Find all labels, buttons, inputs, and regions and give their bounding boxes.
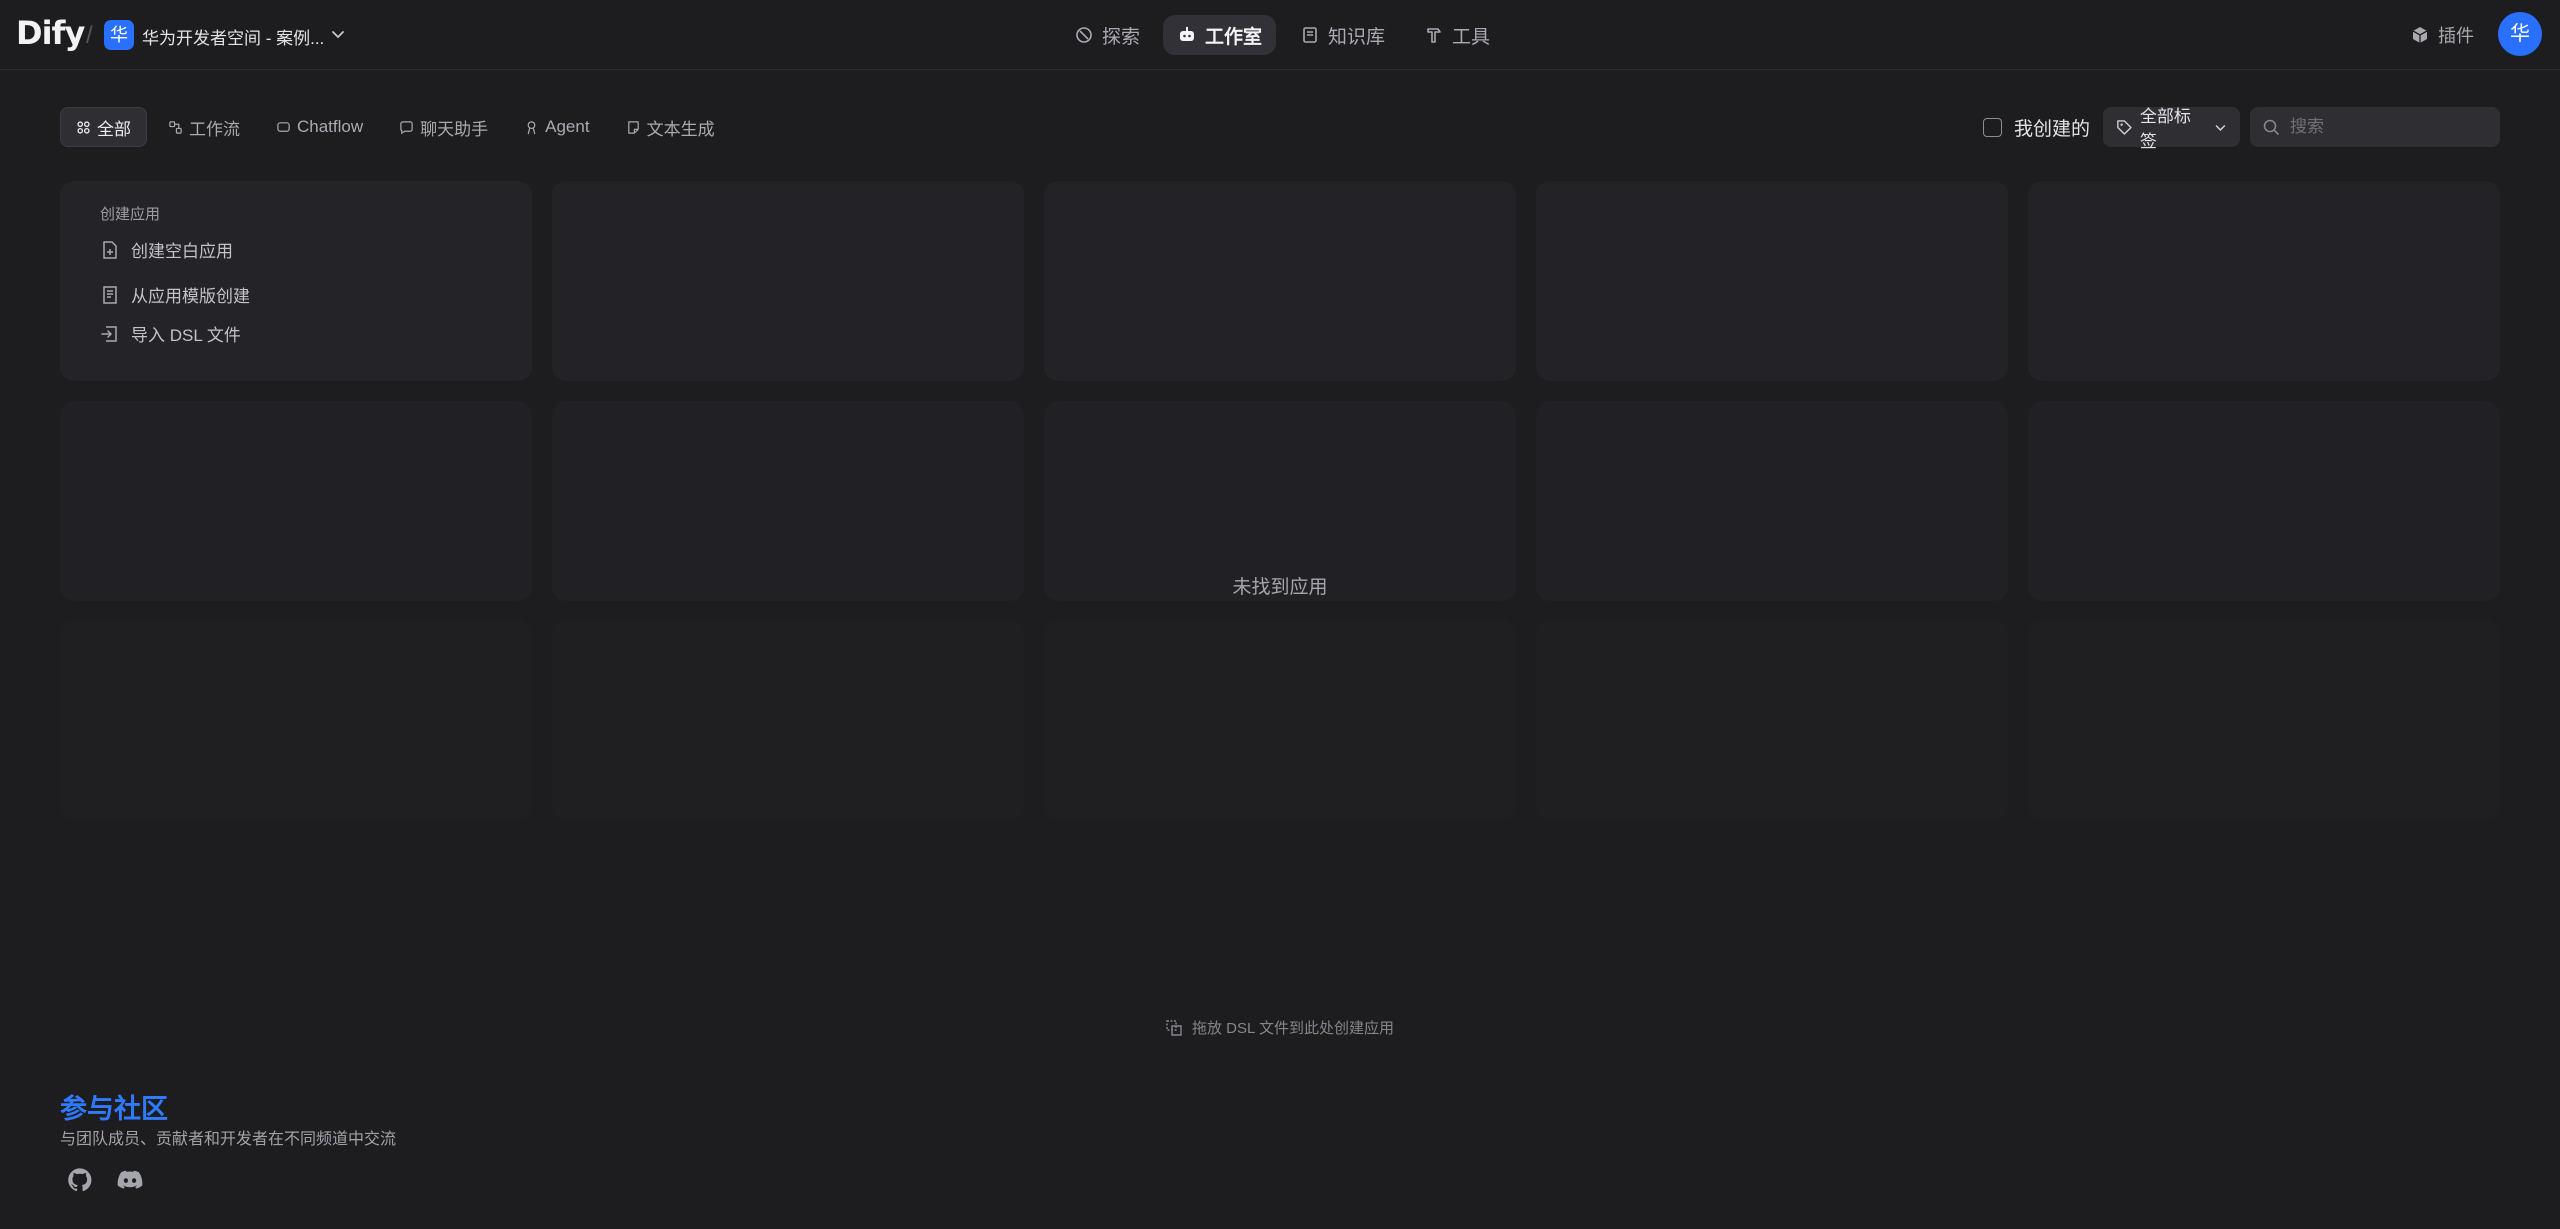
nav-studio[interactable]: 工作室: [1163, 15, 1277, 55]
template-icon: [103, 285, 117, 304]
app-card-placeholder: [552, 401, 1024, 601]
robot-icon: [1180, 27, 1194, 41]
app-card-placeholder: [1536, 401, 2008, 601]
tab-chatflow-label: Chatflow: [297, 117, 364, 136]
book-icon: [1303, 27, 1317, 43]
create-blank-app-label: 创建空白应用: [131, 242, 233, 261]
tab-all[interactable]: 全部: [60, 107, 147, 147]
dsl-dropzone[interactable]: 拖放 DSL 文件到此处创建应用: [1164, 1017, 1394, 1038]
explore-icon: [1076, 27, 1092, 43]
app-card-placeholder: [552, 181, 1024, 381]
create-from-template-button[interactable]: 从应用模版创建: [100, 282, 250, 307]
dropzone-label: 拖放 DSL 文件到此处创建应用: [1192, 1020, 1394, 1037]
hammer-icon: [1427, 28, 1441, 43]
tab-agent-label: Agent: [545, 117, 590, 136]
search-icon: [2263, 119, 2279, 135]
app-card-placeholder: [2028, 620, 2500, 820]
app-card-placeholder: [552, 620, 1024, 820]
breadcrumb-separator: /: [86, 22, 93, 49]
tab-all-label: 全部: [97, 119, 131, 139]
tab-text-generation-label: 文本生成: [646, 119, 715, 139]
tag-filter-label: 全部标签: [2139, 107, 2191, 151]
app-card-placeholder: [60, 401, 532, 601]
search-input[interactable]: [2288, 116, 2488, 138]
plugins-label: 插件: [2438, 26, 2474, 46]
tab-text-generation[interactable]: 文本生成: [611, 107, 730, 147]
workspace-avatar[interactable]: 华: [104, 20, 134, 50]
workspace-name[interactable]: 华为开发者空间 - 案例...: [142, 24, 324, 49]
create-from-template-label: 从应用模版创建: [131, 287, 250, 306]
chatflow-icon: [277, 121, 290, 132]
tag-filter-dropdown[interactable]: 全部标签: [2103, 107, 2240, 151]
nav-knowledge-label: 知识库: [1328, 26, 1386, 48]
note-icon: [627, 120, 639, 134]
search-box[interactable]: [2250, 107, 2500, 147]
app-card-placeholder: [1044, 620, 1516, 820]
created-by-me-checkbox[interactable]: [1983, 118, 2002, 137]
create-app-card: 创建应用 创建空白应用 从应用模版创建 导入 DSL 文件: [60, 181, 532, 381]
nav-tools[interactable]: 工具: [1410, 15, 1504, 55]
nav-tools-label: 工具: [1452, 26, 1491, 48]
nav-explore[interactable]: 探索: [1060, 15, 1154, 55]
import-icon: [101, 325, 117, 342]
grid-icon: [77, 120, 90, 134]
chevron-down-icon: [2215, 124, 2226, 131]
cube-icon: [2412, 27, 2428, 43]
app-type-filter: 全部 工作流 Chatflow 聊天助手 Agent 文本生成: [60, 107, 730, 147]
tab-chat-assistant-label: 聊天助手: [420, 119, 489, 139]
nav-explore-label: 探索: [1102, 26, 1141, 48]
nav-studio-label: 工作室: [1205, 26, 1263, 48]
empty-state-message: 未找到应用: [1232, 577, 1328, 598]
tab-chatflow[interactable]: Chatflow: [261, 107, 378, 147]
tab-agent[interactable]: Agent: [509, 107, 604, 147]
app-card-placeholder: [1044, 401, 1516, 601]
workflow-icon: [169, 120, 182, 134]
top-navigation-bar: Dify / 华 华为开发者空间 - 案例... 探索 工作室 知识库 工具 插…: [0, 0, 2560, 70]
agent-icon: [527, 120, 536, 134]
app-card-placeholder: [1536, 620, 2008, 820]
created-by-me-toggle[interactable]: 我创建的: [1983, 114, 2090, 141]
discord-icon[interactable]: [116, 1166, 144, 1194]
create-blank-app-button[interactable]: 创建空白应用: [100, 237, 233, 262]
create-app-title: 创建应用: [100, 206, 161, 223]
tab-chat-assistant[interactable]: 聊天助手: [384, 107, 503, 147]
app-card-placeholder: [2028, 401, 2500, 601]
file-drop-icon: [1166, 1019, 1182, 1036]
chevron-down-icon[interactable]: [330, 26, 346, 42]
github-icon[interactable]: [66, 1166, 94, 1194]
dify-logo[interactable]: Dify: [16, 14, 85, 52]
import-dsl-button[interactable]: 导入 DSL 文件: [100, 321, 241, 346]
app-card-placeholder: [1536, 181, 2008, 381]
user-avatar[interactable]: 华: [2498, 12, 2542, 56]
tab-workflow-label: 工作流: [189, 119, 240, 139]
tab-workflow[interactable]: 工作流: [153, 107, 255, 147]
nav-knowledge[interactable]: 知识库: [1286, 15, 1399, 55]
app-card-placeholder: [1044, 181, 1516, 381]
chat-bubble-icon: [400, 120, 413, 134]
app-card-placeholder: [60, 620, 532, 820]
file-plus-icon: [103, 240, 117, 259]
import-dsl-label: 导入 DSL 文件: [131, 326, 241, 345]
tag-icon: [2117, 119, 2132, 135]
created-by-me-label: 我创建的: [2014, 119, 2091, 140]
plugins-button[interactable]: 插件: [2410, 22, 2474, 48]
community-description: 与团队成员、贡献者和开发者在不同频道中交流: [60, 1131, 397, 1148]
community-title: 参与社区: [60, 1094, 168, 1124]
app-card-placeholder: [2028, 181, 2500, 381]
